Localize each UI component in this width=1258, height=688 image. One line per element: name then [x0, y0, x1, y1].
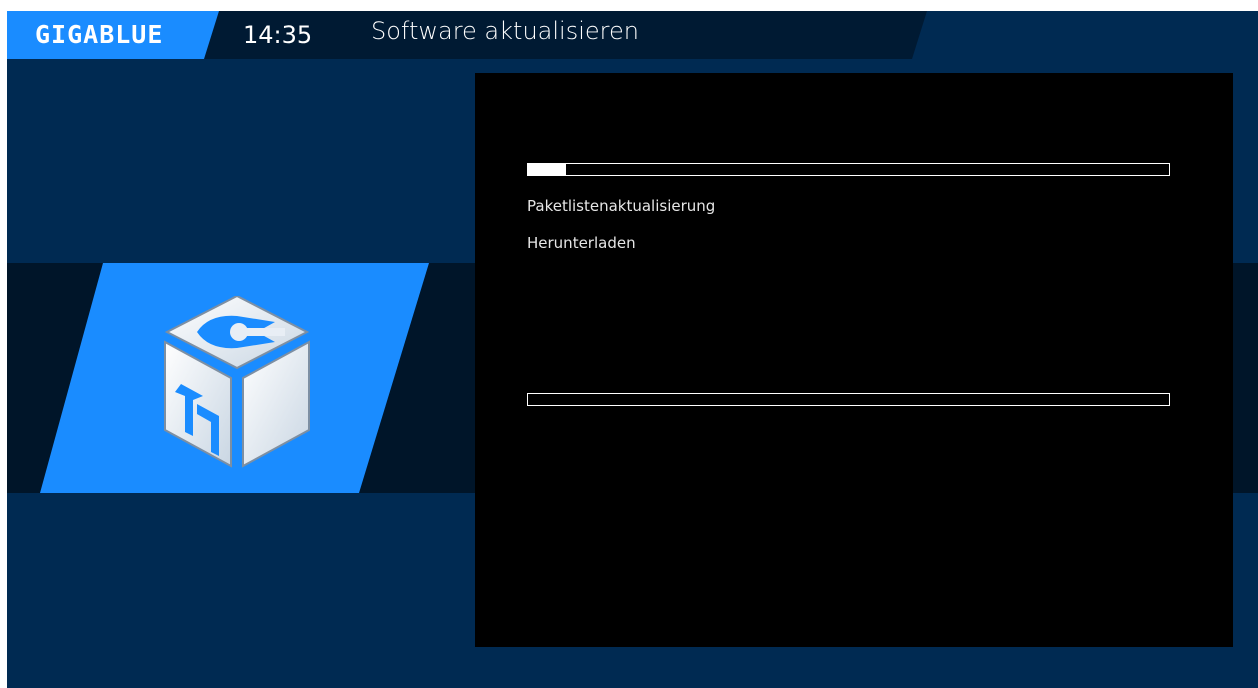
status-text-package-update: Paketlistenaktualisierung: [527, 197, 716, 215]
update-dialog: Paketlistenaktualisierung Herunterladen: [475, 73, 1233, 647]
screen: GIGABLUE 14:35 Software aktualisieren Pa…: [7, 11, 1258, 688]
brand-logo: GIGABLUE: [35, 20, 164, 49]
package-progress-fill: [528, 164, 567, 175]
page-title: Software aktualisieren: [371, 17, 639, 45]
download-progress-bar: [527, 393, 1170, 406]
header-bar: GIGABLUE 14:35 Software aktualisieren: [7, 11, 1258, 61]
clock: 14:35: [243, 21, 313, 49]
package-progress-bar: [527, 163, 1170, 176]
status-text-download: Herunterladen: [527, 234, 636, 252]
software-update-cube-icon: [164, 296, 310, 468]
